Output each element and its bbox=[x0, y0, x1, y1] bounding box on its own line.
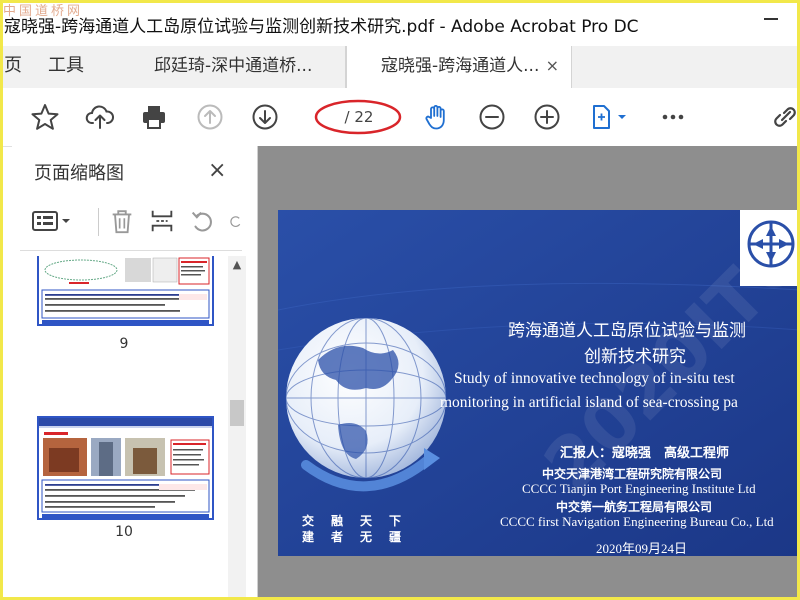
bookmark-star-icon[interactable] bbox=[28, 100, 62, 134]
slide-org2-en: CCCC first Navigation Engineering Bureau… bbox=[500, 514, 774, 529]
slogan-char: 下 bbox=[389, 514, 402, 528]
slogan-char: 疆 bbox=[389, 530, 402, 544]
next-page-icon[interactable] bbox=[248, 100, 282, 134]
page-thumbnail-9[interactable] bbox=[37, 256, 214, 326]
slogan-char: 交 bbox=[302, 514, 315, 528]
tab-document-1-label: 邱廷琦-深中通道桥... bbox=[154, 56, 313, 76]
thumbnail-options-icon[interactable] bbox=[30, 204, 74, 238]
more-tools-icon[interactable] bbox=[656, 100, 690, 134]
thumbnail-page-number: 10 bbox=[115, 524, 133, 540]
link-icon[interactable] bbox=[768, 100, 800, 134]
tab-document-1[interactable]: 邱廷琦-深中通道桥... bbox=[120, 46, 346, 88]
tab-home[interactable]: 页 bbox=[4, 46, 22, 88]
fit-page-icon[interactable] bbox=[586, 100, 632, 134]
slogan-char: 天 bbox=[360, 514, 373, 528]
zoom-out-icon[interactable] bbox=[475, 100, 509, 134]
thumbnail-page-number: 9 bbox=[119, 336, 129, 352]
slide-title-cn-line1: 跨海通道人工岛原位试验与监测 bbox=[508, 321, 746, 341]
zoom-in-icon[interactable] bbox=[530, 100, 564, 134]
rotate-left-icon[interactable] bbox=[188, 204, 216, 238]
panel-divider bbox=[20, 250, 242, 251]
extract-pages-icon[interactable] bbox=[148, 204, 176, 238]
page-thumbnail-10[interactable] bbox=[37, 416, 214, 520]
slide-org1-en: CCCC Tianjin Port Engineering Institute … bbox=[522, 481, 756, 496]
slide-title-cn-line2: 创新技术研究 bbox=[584, 347, 686, 367]
rotate-right-icon[interactable] bbox=[228, 204, 244, 238]
panel-title: 页面缩略图 bbox=[34, 163, 124, 184]
company-logo bbox=[740, 210, 800, 286]
previous-page-icon[interactable] bbox=[193, 100, 227, 134]
slide-date: 2020年09月24日 bbox=[596, 541, 688, 556]
tab-document-2-label: 寇晓强-跨海通道人... bbox=[381, 56, 540, 76]
toolbar-separator bbox=[98, 208, 99, 236]
slogan-char: 无 bbox=[360, 530, 373, 544]
tab-document-2[interactable]: 寇晓强-跨海通道人... × bbox=[346, 46, 572, 89]
pdf-page-slide: 2020ITC 跨海通道人工岛原位试验与监测 创新技术研究 Study of i… bbox=[278, 210, 800, 556]
slide-title-en-line2: monitoring in artificial island of sea-c… bbox=[440, 394, 738, 411]
upload-cloud-icon[interactable] bbox=[83, 100, 117, 134]
thumbnails-panel: 页面缩略图 × 9 10 ▲ bbox=[12, 146, 258, 600]
document-view[interactable]: 2020ITC 跨海通道人工岛原位试验与监测 创新技术研究 Study of i… bbox=[258, 146, 800, 600]
scrollbar-thumb[interactable] bbox=[230, 400, 244, 426]
scroll-up-arrow-icon[interactable]: ▲ bbox=[228, 258, 246, 274]
page-number-annotation-circle bbox=[314, 99, 402, 135]
close-tab-icon[interactable]: × bbox=[546, 46, 559, 86]
window-title: 寇晓强-跨海通道人工岛原位试验与监测创新技术研究.pdf - Adobe Acr… bbox=[4, 17, 639, 37]
slogan-char: 者 bbox=[331, 530, 344, 544]
minimize-button[interactable] bbox=[758, 4, 784, 24]
main-toolbar: / 22 bbox=[0, 88, 800, 147]
delete-page-icon[interactable] bbox=[108, 204, 136, 238]
hand-tool-icon[interactable] bbox=[420, 100, 454, 134]
tab-bar: 页 工具 邱廷琦-深中通道桥... 寇晓强-跨海通道人... × bbox=[0, 46, 800, 89]
title-bar: 中国道桥网 寇晓强-跨海通道人工岛原位试验与监测创新技术研究.pdf - Ado… bbox=[0, 0, 800, 46]
close-panel-icon[interactable]: × bbox=[208, 158, 226, 183]
slogan-char: 融 bbox=[331, 514, 344, 528]
slide-reporter: 汇报人：寇晓强 高级工程师 bbox=[560, 446, 730, 461]
slide-org1-cn: 中交天津港湾工程研究院有限公司 bbox=[542, 467, 723, 481]
print-icon[interactable] bbox=[137, 100, 171, 134]
slogan-char: 建 bbox=[302, 530, 315, 544]
slide-title-en-line1: Study of innovative technology of in-sit… bbox=[454, 370, 735, 387]
slide-org2-cn: 中交第一航务工程局有限公司 bbox=[556, 500, 713, 514]
thumbnail-toolbar bbox=[30, 204, 245, 244]
thumbnail-scrollbar[interactable]: ▲ bbox=[228, 256, 246, 600]
tab-tools[interactable]: 工具 bbox=[48, 46, 84, 88]
